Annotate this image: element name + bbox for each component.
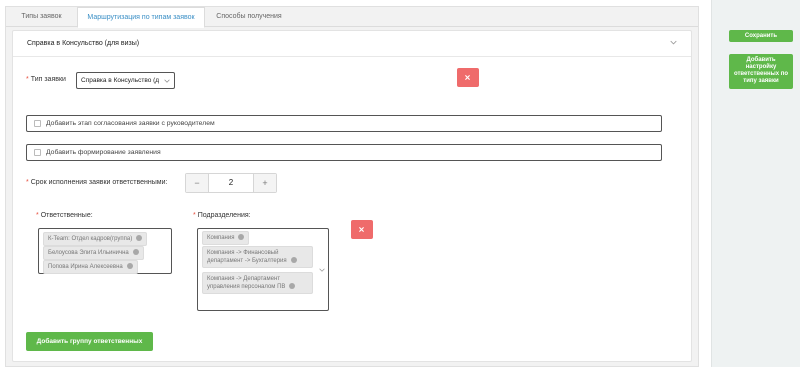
- department-tag: Компания -> Финансовый департамент -> Бу…: [202, 246, 313, 268]
- approval-stage-label: Добавить этап согласования заявки с руко…: [46, 120, 215, 127]
- add-setting-button[interactable]: Добавить настройку ответственных по типу…: [729, 54, 793, 89]
- departments-label: * Подразделения:: [193, 212, 251, 219]
- close-icon: [359, 227, 364, 232]
- request-type-label: * Тип заявки: [26, 76, 66, 83]
- delete-group-button[interactable]: [351, 220, 373, 239]
- add-group-button[interactable]: Добавить группу ответственных: [26, 332, 153, 351]
- tag-remove-icon[interactable]: [132, 249, 139, 255]
- action-sidebar: Сохранить Добавить настройку ответственн…: [711, 0, 800, 367]
- approval-stage-checkbox-row[interactable]: Добавить этап согласования заявки с руко…: [26, 115, 662, 132]
- deadline-value[interactable]: 2: [208, 174, 254, 192]
- chevron-down-icon[interactable]: [670, 39, 677, 46]
- tab-request-types[interactable]: Типы заявок: [6, 7, 77, 28]
- tag-remove-icon[interactable]: [126, 263, 133, 269]
- tag-remove-icon[interactable]: [136, 235, 143, 241]
- decrement-button[interactable]: −: [186, 174, 208, 192]
- tab-receipt-methods[interactable]: Способы получения: [205, 7, 293, 28]
- request-type-select[interactable]: Справка в Консульство (д: [76, 72, 175, 89]
- save-button[interactable]: Сохранить: [729, 30, 793, 42]
- request-type-value: Справка в Консульство (д: [81, 77, 160, 84]
- responsible-tag: Белоусова Элита Ильинична: [43, 246, 144, 260]
- card-title: Справка в Консульство (для визы): [27, 40, 140, 47]
- responsible-tag: К-Team: Отдел кадров(группа): [43, 232, 148, 246]
- deadline-label: * Срок исполнения заявки ответственными:: [26, 179, 168, 186]
- statement-checkbox-row[interactable]: Добавить формирование заявления: [26, 144, 662, 161]
- deadline-stepper[interactable]: − 2 +: [185, 173, 277, 193]
- increment-button[interactable]: +: [254, 174, 276, 192]
- chevron-down-icon[interactable]: [319, 267, 325, 273]
- statement-checkbox[interactable]: [34, 149, 41, 156]
- approval-stage-checkbox[interactable]: [34, 120, 41, 127]
- tab-routing[interactable]: Маршрутизация по типам заявок: [77, 7, 205, 28]
- tag-remove-icon[interactable]: [289, 283, 296, 289]
- tab-bar: Типы заявок Маршрутизация по типам заяво…: [6, 7, 698, 28]
- tag-remove-icon[interactable]: [290, 257, 297, 263]
- statement-label: Добавить формирование заявления: [46, 149, 161, 156]
- departments-select[interactable]: Компания Компания -> Финансовый департам…: [197, 228, 329, 311]
- tag-remove-icon[interactable]: [238, 234, 245, 240]
- department-tag: Компания -> Департамент управления персо…: [202, 272, 313, 294]
- department-tag: Компания: [202, 231, 250, 245]
- chevron-down-icon: [164, 79, 170, 83]
- responsible-tag: Попова Ирина Алексеевна: [43, 260, 138, 274]
- close-icon: [465, 75, 470, 80]
- card-header[interactable]: Справка в Консульство (для визы): [13, 31, 691, 57]
- responsible-label: * Ответственные:: [36, 212, 93, 219]
- responsible-select[interactable]: К-Team: Отдел кадров(группа) Белоусова Э…: [38, 228, 172, 274]
- delete-setting-button[interactable]: [457, 68, 479, 87]
